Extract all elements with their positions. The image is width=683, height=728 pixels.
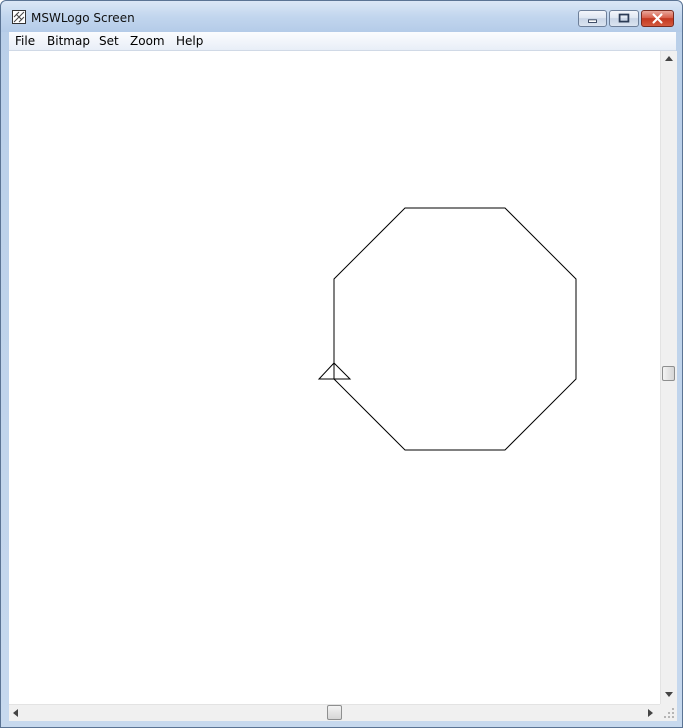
- minimize-button[interactable]: [578, 10, 607, 27]
- horizontal-scroll-thumb[interactable]: [327, 705, 342, 720]
- window-title: MSWLogo Screen: [31, 11, 135, 25]
- drawing-canvas[interactable]: [9, 51, 660, 704]
- horizontal-scrollbar[interactable]: [9, 704, 660, 721]
- turtle-triangle-icon: [317, 362, 352, 380]
- menu-file[interactable]: File: [15, 34, 35, 48]
- arrow-left-icon[interactable]: [13, 709, 19, 717]
- menu-bitmap[interactable]: Bitmap: [47, 34, 90, 48]
- maximize-button[interactable]: [609, 10, 639, 27]
- resize-grip[interactable]: [660, 704, 677, 721]
- close-button[interactable]: [641, 10, 674, 27]
- menu-help[interactable]: Help: [176, 34, 203, 48]
- mswlogo-app-icon[interactable]: [12, 10, 26, 24]
- minimize-icon: [588, 19, 597, 23]
- close-icon: [652, 13, 663, 24]
- menu-set[interactable]: Set: [99, 34, 119, 48]
- arrow-right-icon[interactable]: [648, 709, 654, 717]
- maximize-icon: [618, 13, 630, 23]
- arrow-up-icon[interactable]: [665, 56, 673, 62]
- title-bar[interactable]: MSWLogo Screen: [1, 1, 682, 32]
- menu-zoom[interactable]: Zoom: [130, 34, 165, 48]
- drawing-surface: [317, 207, 577, 451]
- vertical-scrollbar[interactable]: [660, 51, 677, 704]
- arrow-down-icon[interactable]: [665, 692, 673, 698]
- app-window: MSWLogo Screen File Bitmap Set Zoom Help: [0, 0, 683, 728]
- resize-grip-icon: [664, 708, 674, 718]
- octagon-shape: [333, 207, 577, 451]
- vertical-scroll-thumb[interactable]: [662, 366, 675, 381]
- menu-bar: File Bitmap Set Zoom Help: [9, 32, 676, 51]
